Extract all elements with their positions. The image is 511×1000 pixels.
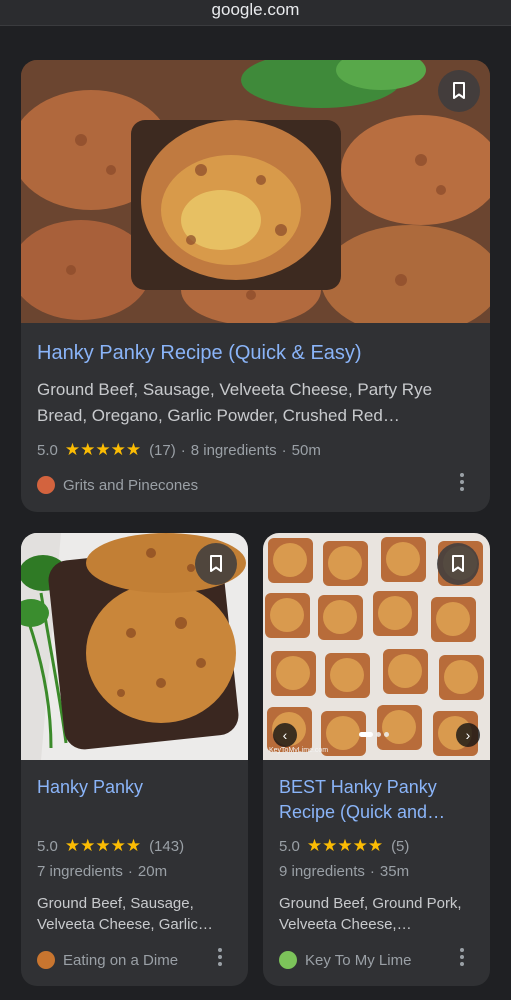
rating-row: 5.0 ★★★★★ (5): [279, 836, 409, 856]
ingredient-list: Ground Beef, Sausage, Velveeta Cheese, G…: [37, 895, 213, 933]
url-text: google.com: [211, 0, 300, 19]
rating-row: 5.0 ★★★★★ (143): [37, 836, 184, 856]
recipe-meta: 9 ingredients · 35m: [279, 863, 409, 880]
image-watermark: KeyToMyLime.com: [269, 747, 329, 754]
bookmark-icon: [452, 555, 464, 572]
more-options-button[interactable]: [452, 470, 472, 494]
review-count: (5): [391, 837, 410, 855]
more-options-button[interactable]: [210, 945, 230, 969]
more-options-button[interactable]: [452, 945, 472, 969]
recipe-meta: 7 ingredients · 20m: [37, 863, 167, 880]
cook-time: 20m: [137, 863, 168, 880]
recipe-title[interactable]: Hanky Panky: [37, 775, 237, 800]
rating-row: 5.0 ★★★★★ (17) · 8 ingredients · 50m: [37, 440, 321, 460]
recipe-title[interactable]: Hanky Panky Recipe (Quick & Easy): [37, 341, 362, 366]
source-favicon-icon: [37, 951, 55, 969]
ingredient-count: 7 ingredients: [37, 863, 123, 880]
cook-time: 50m: [291, 441, 321, 459]
rating-value: 5.0: [279, 837, 300, 855]
bookmark-button[interactable]: [437, 543, 479, 585]
separator: ·: [180, 441, 186, 459]
ingredient-list: Ground Beef, Ground Pork, Velveeta Chees…: [279, 895, 462, 933]
bookmark-icon: [210, 555, 222, 572]
carousel-dot: [376, 732, 381, 737]
more-vert-icon: [460, 948, 464, 952]
recipe-image[interactable]: [21, 60, 490, 323]
recipe-card-right[interactable]: ‹ › KeyToMyLime.com BEST Hanky Panky Rec…: [263, 533, 490, 986]
carousel-dot-active: [359, 732, 373, 737]
bookmark-button[interactable]: [438, 70, 480, 112]
star-rating-icon: ★★★★★: [306, 836, 384, 855]
more-vert-icon: [460, 473, 464, 477]
review-count: (143): [149, 837, 185, 855]
review-count: (17): [149, 441, 176, 459]
ingredient-count: 8 ingredients: [190, 441, 277, 459]
carousel-dot: [384, 732, 389, 737]
recipe-card-main[interactable]: Hanky Panky Recipe (Quick & Easy) Ground…: [21, 60, 490, 512]
chevron-right-icon: ›: [465, 727, 471, 743]
recipe-description: Ground Beef, Sausage, Velveeta Cheese, P…: [37, 380, 433, 425]
source-name: Eating on a Dime: [63, 951, 179, 969]
source-name: Grits and Pinecones: [63, 476, 199, 494]
rating-value: 5.0: [37, 441, 58, 459]
separator: ·: [369, 863, 375, 880]
rating-value: 5.0: [37, 837, 58, 855]
recipe-title[interactable]: BEST Hanky Panky Recipe (Quick and…: [279, 775, 479, 825]
source-row[interactable]: Eating on a Dime: [37, 951, 178, 969]
source-favicon-icon: [279, 951, 297, 969]
source-row[interactable]: Grits and Pinecones: [37, 476, 198, 494]
source-name: Key To My Lime: [305, 951, 412, 969]
cook-time: 35m: [379, 863, 410, 880]
recipe-card-left[interactable]: Hanky Panky 5.0 ★★★★★ (143) 7 ingredient…: [21, 533, 248, 986]
star-rating-icon: ★★★★★: [64, 440, 142, 459]
source-favicon-icon: [37, 476, 55, 494]
separator: ·: [281, 441, 287, 459]
more-vert-icon: [218, 948, 222, 952]
chevron-left-icon: ‹: [282, 727, 288, 743]
carousel-indicator: [359, 732, 389, 737]
address-bar[interactable]: google.com: [0, 0, 511, 26]
source-row[interactable]: Key To My Lime: [279, 951, 411, 969]
carousel-next-button[interactable]: ›: [456, 723, 480, 747]
bookmark-icon: [453, 82, 465, 99]
separator: ·: [127, 863, 133, 880]
bookmark-button[interactable]: [195, 543, 237, 585]
star-rating-icon: ★★★★★: [64, 836, 142, 855]
carousel-prev-button[interactable]: ‹: [273, 723, 297, 747]
ingredient-count: 9 ingredients: [279, 863, 365, 880]
